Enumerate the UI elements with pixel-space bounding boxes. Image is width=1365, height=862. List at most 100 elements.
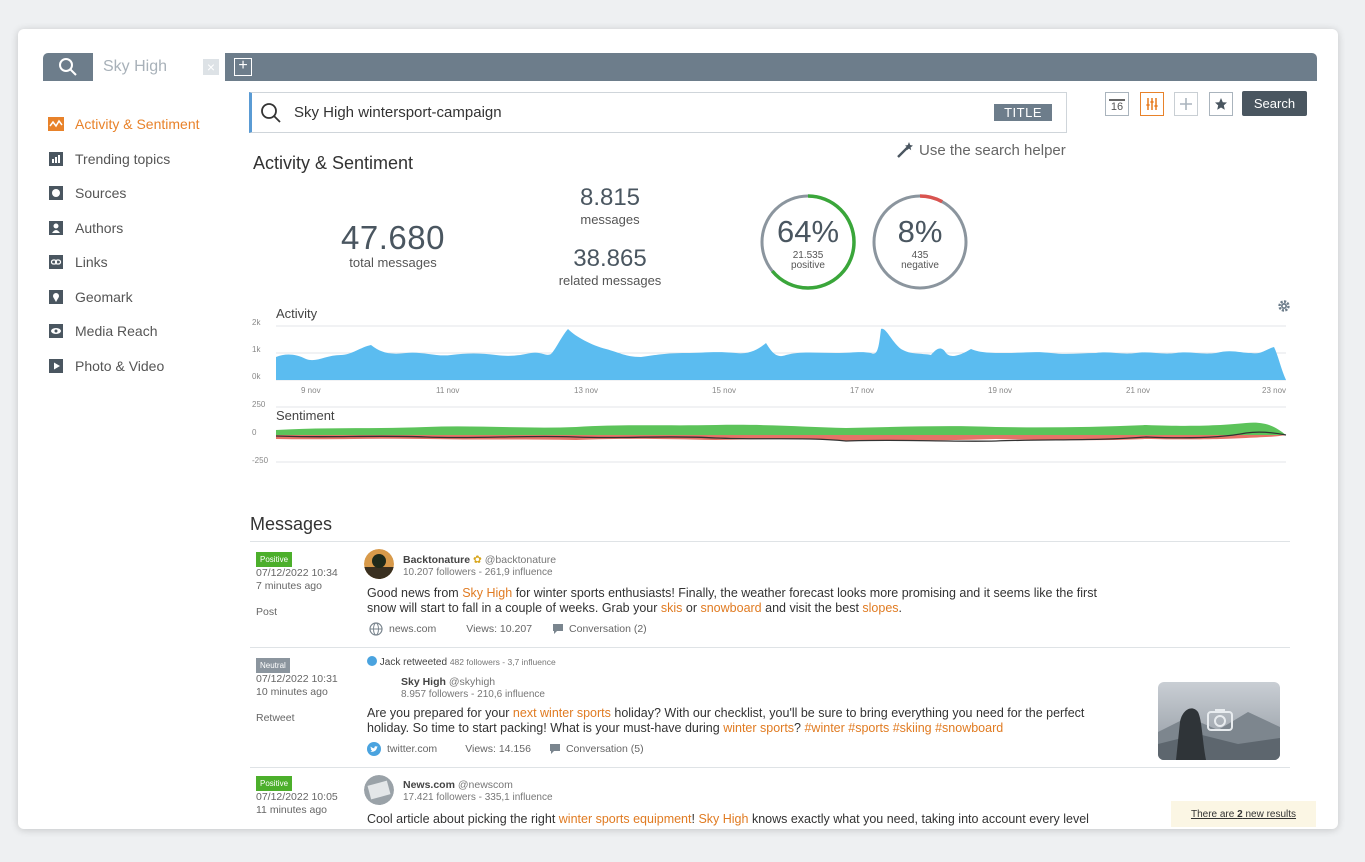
add-button[interactable] <box>1174 92 1198 116</box>
related-messages-label: related messages <box>558 273 662 288</box>
highlight: Sky High <box>698 812 749 826</box>
tab-label: Sky High <box>103 58 168 75</box>
body-text: . <box>898 601 903 615</box>
search-button[interactable]: Search <box>1242 91 1307 116</box>
author-line: Backtonature ✿ @backtonature <box>403 554 556 566</box>
person-icon <box>48 220 64 235</box>
related-messages-value: 38.865 <box>573 245 647 272</box>
message-item[interactable]: Positive 07/12/2022 10:05 11 minutes ago… <box>250 767 1290 829</box>
y-tick-label: 2k <box>252 318 261 327</box>
related-messages-stat: 38.865 related messages <box>540 245 680 288</box>
message-body: Are you prepared for your next winter sp… <box>367 706 1127 736</box>
author-handle: @newscom <box>457 779 513 791</box>
calendar-icon: 16 <box>1108 99 1126 113</box>
filter-button[interactable] <box>1140 92 1164 116</box>
body-text: Good news from <box>367 586 463 600</box>
body-text: and visit the best <box>761 601 863 615</box>
x-tick-label: 17 nov <box>850 386 874 395</box>
play-icon <box>48 358 64 373</box>
favorite-button[interactable] <box>1209 92 1233 116</box>
search-input[interactable]: Sky High wintersport-campaign TITLE <box>249 92 1067 133</box>
message-item[interactable]: Neutral 07/12/2022 10:31 10 minutes ago … <box>250 647 1290 767</box>
sidebar-item-trending-topics[interactable]: Trending topics <box>48 142 228 177</box>
message-item[interactable]: Positive 07/12/2022 10:34 7 minutes ago … <box>250 541 1290 647</box>
total-messages-value: 47.680 <box>341 219 445 256</box>
negative-percentage: 8% <box>897 214 943 249</box>
highlight: winter sports equipment <box>558 812 692 826</box>
activity-icon <box>48 117 64 132</box>
y-tick-label: 0k <box>252 372 261 381</box>
messages-stat: 8.815 messages <box>540 184 680 227</box>
message-date: 07/12/2022 10:31 <box>256 673 338 685</box>
calendar-button[interactable]: 16 <box>1105 92 1129 116</box>
tab-sky-high[interactable]: Sky High × <box>93 53 225 81</box>
avatar[interactable] <box>364 775 394 805</box>
sentiment-badge: Neutral <box>256 658 290 673</box>
sidebar-item-photo-video[interactable]: Photo & Video <box>48 349 228 384</box>
message-meta: Positive 07/12/2022 10:34 7 minutes ago … <box>256 552 338 619</box>
retweet-stats: 482 followers - 3,7 influence <box>449 657 556 667</box>
messages-value: 8.815 <box>579 184 641 211</box>
sidebar-item-label: Links <box>75 254 108 271</box>
y-tick-label: 250 <box>252 400 266 409</box>
conversation-link[interactable]: Conversation (2) <box>569 623 647 635</box>
search-icon <box>59 58 77 76</box>
sidebar-item-activity-sentiment[interactable]: Activity & Sentiment <box>48 107 228 142</box>
author-stats: 17.421 followers - 335,1 influence <box>403 792 553 803</box>
x-tick-label: 23 nov <box>1262 386 1286 395</box>
source-link[interactable]: twitter.com <box>387 743 437 755</box>
eye-icon <box>48 324 64 339</box>
activity-chart: 2k 1k 0k 9 nov 11 nov 13 nov 15 nov 17 n… <box>252 318 1286 395</box>
bar-chart-icon <box>48 151 64 166</box>
avatar[interactable] <box>364 549 394 579</box>
total-messages-stat: 47.680 total messages <box>313 219 473 270</box>
search-tab[interactable] <box>43 53 93 81</box>
sidebar-item-media-reach[interactable]: Media Reach <box>48 314 228 349</box>
message-meta: Neutral 07/12/2022 10:31 10 minutes ago … <box>256 658 338 725</box>
retweet-by[interactable]: Jack retweeted <box>380 657 447 668</box>
x-tick-label: 13 nov <box>574 386 598 395</box>
retweet-line: Jack retweeted 482 followers - 3,7 influ… <box>367 656 556 668</box>
views-count: Views: 10.207 <box>466 623 533 635</box>
author-handle: @skyhigh <box>448 676 496 688</box>
sidebar-item-authors[interactable]: Authors <box>48 211 228 246</box>
sentiment-badge: Positive <box>256 776 293 791</box>
globe-icon <box>369 622 383 636</box>
new-results-notice[interactable]: There are 2 new results <box>1171 801 1316 827</box>
message-ago: 10 minutes ago <box>256 686 328 698</box>
sentiment-chart: 250 0 -250 <box>252 400 1287 465</box>
sliders-icon <box>1146 98 1158 110</box>
body-text: Cool article about picking the right <box>367 812 559 826</box>
title-badge[interactable]: TITLE <box>994 104 1052 121</box>
author-name[interactable]: Sky High <box>401 676 446 688</box>
highlight: Sky High <box>462 586 513 600</box>
add-tab-button[interactable]: + <box>234 58 252 76</box>
positive-sentiment-area <box>276 422 1286 435</box>
sidebar-item-geomark[interactable]: Geomark <box>48 280 228 315</box>
author-name[interactable]: Backtonature <box>403 554 470 566</box>
sidebar-item-sources[interactable]: Sources <box>48 176 228 211</box>
close-icon[interactable]: × <box>203 59 219 75</box>
app-window: Sky High × + Activity & Sentiment Trendi… <box>18 29 1338 829</box>
link-icon <box>48 255 64 270</box>
message-ago: 11 minutes ago <box>256 804 328 816</box>
map-pin-icon <box>48 289 64 304</box>
negative-gauge: 8% 435 negative <box>870 192 970 292</box>
author-name[interactable]: News.com <box>403 779 455 791</box>
search-helper-link[interactable]: Use the search helper <box>895 141 1066 159</box>
x-tick-label: 9 nov <box>301 386 321 395</box>
conversation-icon <box>549 744 560 754</box>
highlight: winter sports <box>723 721 795 735</box>
sidebar-item-links[interactable]: Links <box>48 245 228 280</box>
sidebar-item-label: Trending topics <box>75 150 171 167</box>
total-messages-label: total messages <box>349 255 437 270</box>
source-link[interactable]: news.com <box>389 623 436 635</box>
message-ago: 7 minutes ago <box>256 580 322 592</box>
body-text: knows exactly what you need, taking into… <box>748 812 1089 826</box>
conversation-link[interactable]: Conversation (5) <box>566 743 644 755</box>
star-icon <box>1215 98 1227 110</box>
twitter-icon <box>367 742 381 756</box>
hashtags[interactable]: #winter #sports #skiing #snowboard <box>804 721 1003 735</box>
message-thumbnail[interactable] <box>1158 682 1280 760</box>
sentiment-badge: Positive <box>256 552 293 567</box>
